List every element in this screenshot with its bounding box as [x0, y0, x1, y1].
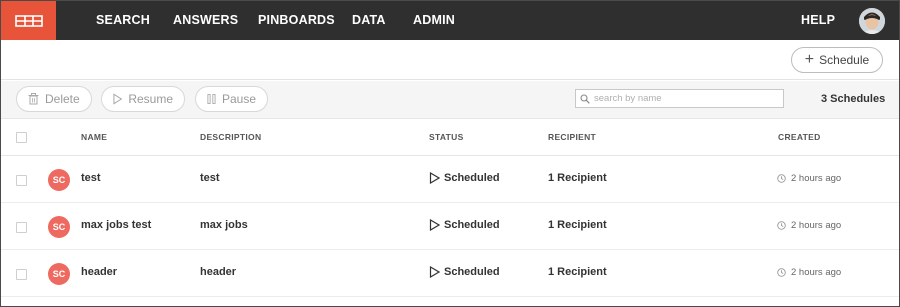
resume-label: Resume: [128, 92, 173, 106]
action-bar: + Schedule: [1, 40, 899, 80]
add-schedule-button[interactable]: + Schedule: [791, 47, 883, 73]
pause-icon: [207, 94, 216, 104]
resume-button[interactable]: Resume: [101, 86, 185, 112]
plus-icon: +: [804, 50, 815, 68]
nav-answers[interactable]: ANSWERS: [173, 1, 238, 40]
schedule-name[interactable]: header: [81, 266, 117, 278]
nav-data[interactable]: DATA: [352, 1, 386, 40]
clock-icon: [777, 174, 786, 183]
clock-icon: [777, 221, 786, 230]
status-label: Scheduled: [444, 219, 500, 231]
schedule-recipient[interactable]: 1 Recipient: [548, 219, 607, 231]
table-header: NAME DESCRIPTION STATUS RECIPIENT CREATE…: [1, 119, 899, 156]
schedule-name[interactable]: max jobs test: [81, 219, 151, 231]
column-header-created[interactable]: CREATED: [778, 132, 821, 142]
schedule-button-label: Schedule: [819, 53, 870, 67]
search-icon: [580, 93, 590, 104]
schedule-description: header: [200, 266, 237, 278]
app-logo[interactable]: [1, 1, 56, 40]
list-toolbar: Delete Resume Pause 3 Schedules: [1, 81, 899, 119]
created-label: 2 hours ago: [791, 173, 842, 184]
play-icon: [429, 219, 440, 231]
delete-label: Delete: [45, 92, 80, 106]
schedule-description: max jobs: [200, 219, 248, 231]
created-label: 2 hours ago: [791, 267, 842, 278]
schedule-status: Scheduled: [429, 266, 500, 278]
column-header-recipient[interactable]: RECIPIENT: [548, 132, 596, 142]
play-icon: [429, 172, 440, 184]
pause-label: Pause: [221, 92, 256, 106]
created-label: 2 hours ago: [791, 220, 842, 231]
app-window: SEARCH ANSWERS PINBOARDS DATA ADMIN HELP…: [0, 0, 900, 307]
top-navigation: SEARCH ANSWERS PINBOARDS DATA ADMIN HELP: [1, 1, 899, 40]
schedule-count: 3 Schedules: [821, 93, 886, 105]
schedule-recipient[interactable]: 1 Recipient: [548, 266, 607, 278]
pause-button[interactable]: Pause: [195, 86, 268, 112]
column-header-description[interactable]: DESCRIPTION: [200, 132, 261, 142]
table-row[interactable]: SC max jobs test max jobs Scheduled 1 Re…: [1, 203, 899, 250]
column-header-status[interactable]: STATUS: [429, 132, 464, 142]
search-input[interactable]: [594, 93, 774, 104]
table-row[interactable]: SC header header Scheduled 1 Recipient 2…: [1, 250, 899, 297]
logo-icon: [14, 14, 43, 27]
play-icon: [429, 266, 440, 278]
schedule-created: 2 hours ago: [777, 267, 841, 278]
schedule-status: Scheduled: [429, 219, 500, 231]
trash-icon: [28, 93, 39, 105]
status-label: Scheduled: [444, 266, 500, 278]
row-checkbox[interactable]: [16, 269, 27, 280]
play-icon: [113, 93, 123, 105]
schedule-status: Scheduled: [429, 172, 500, 184]
schedule-avatar: SC: [48, 169, 70, 191]
schedule-recipient[interactable]: 1 Recipient: [548, 172, 607, 184]
nav-admin[interactable]: ADMIN: [413, 1, 455, 40]
schedule-created: 2 hours ago: [777, 220, 841, 231]
user-avatar[interactable]: [859, 8, 885, 34]
search-field[interactable]: [575, 89, 784, 108]
nav-help[interactable]: HELP: [801, 1, 835, 40]
schedule-description: test: [200, 172, 220, 184]
column-header-name[interactable]: NAME: [81, 132, 107, 142]
table-row[interactable]: SC test test Scheduled 1 Recipient 2 hou…: [1, 156, 899, 203]
status-label: Scheduled: [444, 172, 500, 184]
schedule-avatar: SC: [48, 263, 70, 285]
row-checkbox[interactable]: [16, 175, 27, 186]
row-checkbox[interactable]: [16, 222, 27, 233]
delete-button[interactable]: Delete: [16, 86, 92, 112]
clock-icon: [777, 268, 786, 277]
nav-pinboards[interactable]: PINBOARDS: [258, 1, 335, 40]
select-all-checkbox[interactable]: [16, 132, 27, 143]
avatar-image: [859, 8, 885, 34]
schedule-avatar: SC: [48, 216, 70, 238]
schedule-name[interactable]: test: [81, 172, 101, 184]
schedule-created: 2 hours ago: [777, 173, 841, 184]
nav-search[interactable]: SEARCH: [96, 1, 150, 40]
